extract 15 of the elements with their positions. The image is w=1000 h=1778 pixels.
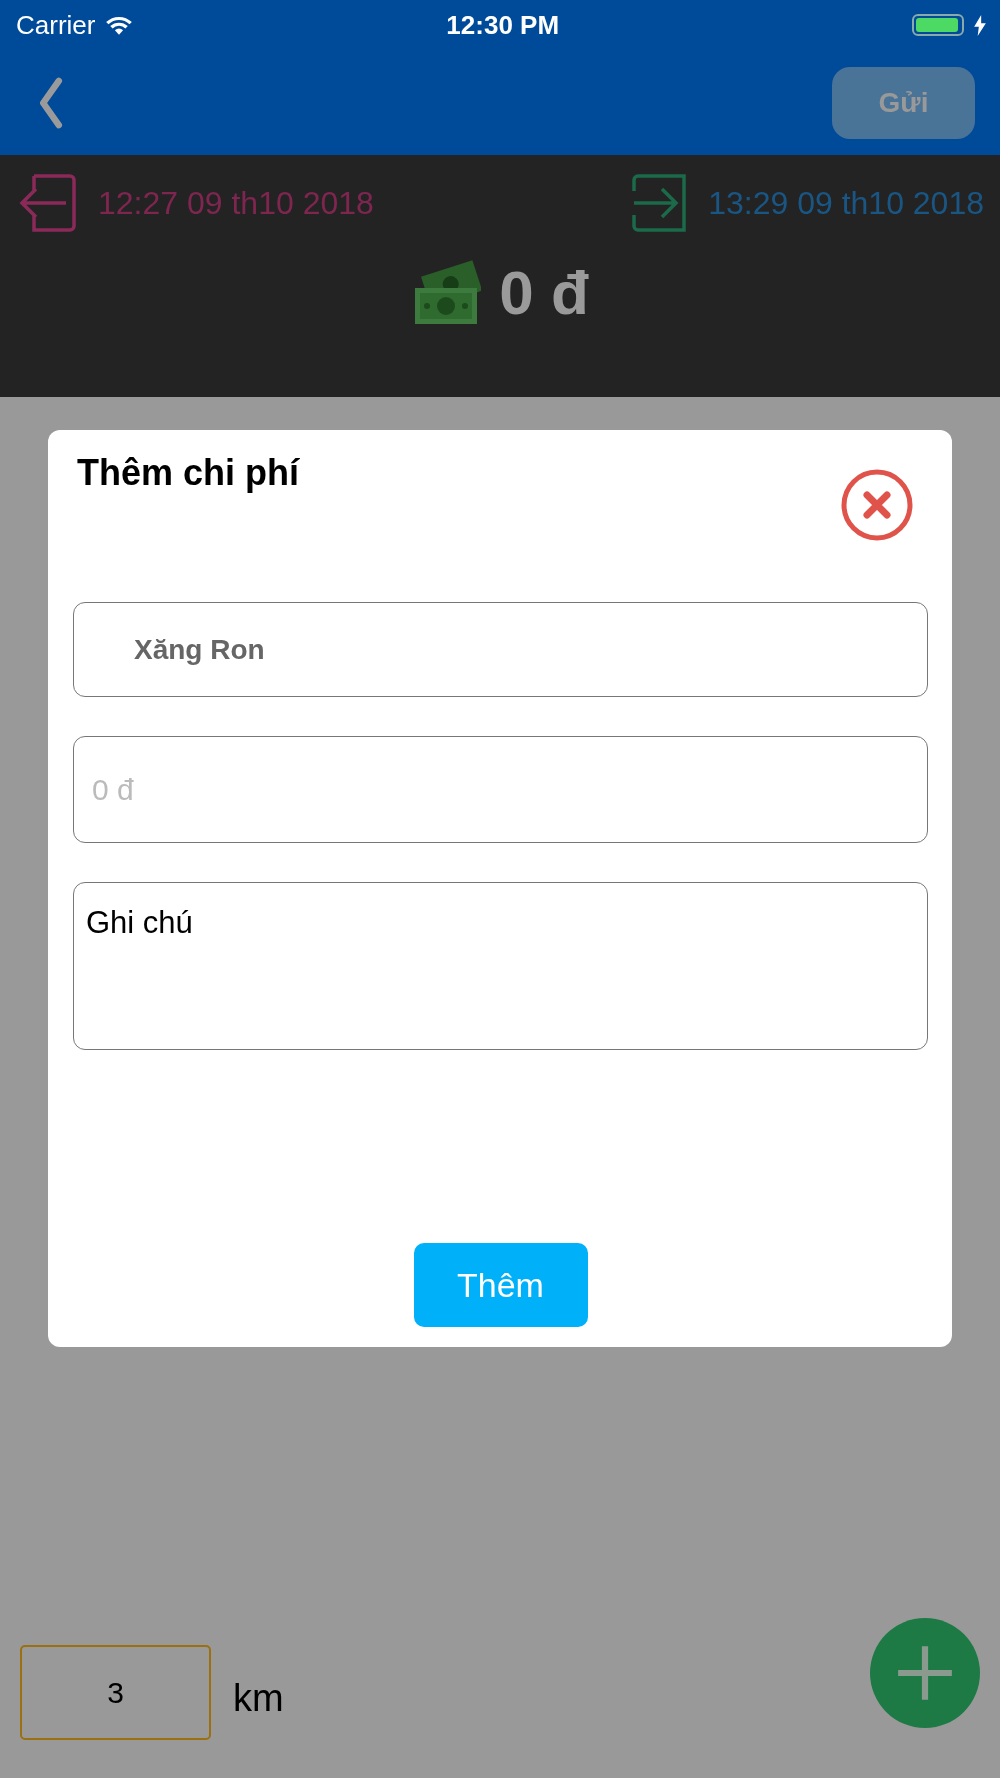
clock-time: 12:30 PM bbox=[445, 9, 561, 41]
exit-icon bbox=[18, 173, 78, 233]
note-field[interactable]: Ghi chú bbox=[73, 882, 928, 1050]
start-time: 12:27 09 th10 2018 bbox=[98, 184, 374, 222]
total-amount: 0 đ bbox=[499, 257, 589, 328]
distance-field[interactable]: 3 bbox=[20, 1645, 211, 1740]
wifi-icon bbox=[105, 14, 134, 36]
expense-type-field[interactable]: Xăng Ron bbox=[73, 602, 928, 697]
close-icon[interactable] bbox=[840, 468, 914, 542]
unit-label: km bbox=[233, 1677, 284, 1720]
end-time: 13:29 09 th10 2018 bbox=[708, 184, 984, 222]
battery-icon bbox=[912, 14, 964, 36]
carrier-label: Carrier bbox=[16, 9, 96, 41]
amount-field[interactable]: 0 đ bbox=[73, 736, 928, 843]
dialog-title: Thêm chi phí bbox=[77, 452, 299, 494]
